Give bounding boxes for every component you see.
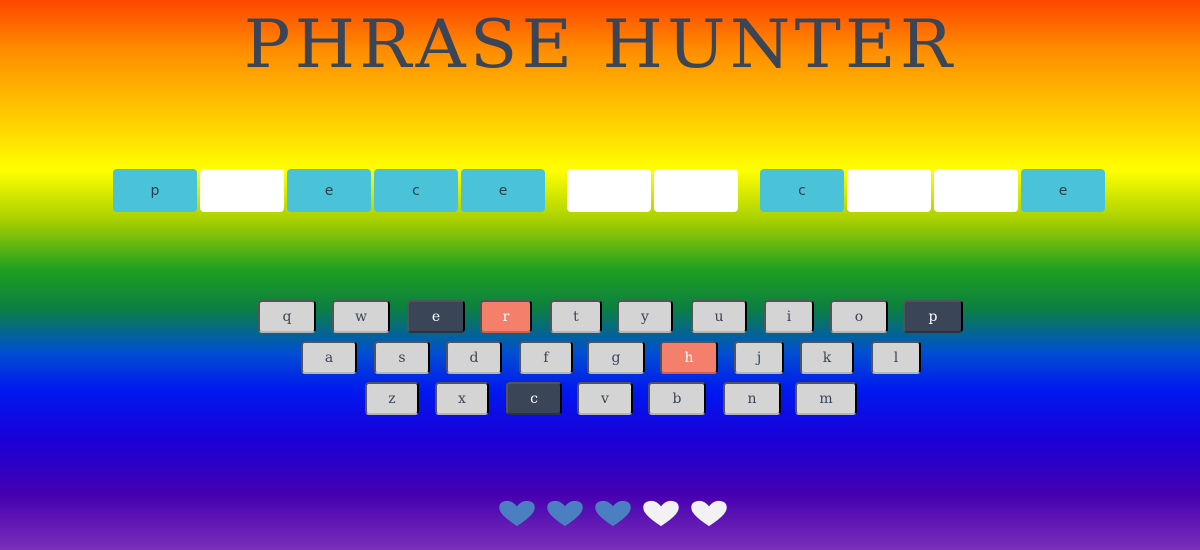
key-s[interactable]: s xyxy=(374,341,430,374)
key-n[interactable]: n xyxy=(723,382,781,415)
letter-tile-hidden xyxy=(934,169,1018,212)
key-m[interactable]: m xyxy=(795,382,857,415)
key-o[interactable]: o xyxy=(830,300,888,333)
letter-tile-hidden xyxy=(200,169,284,212)
key-l[interactable]: l xyxy=(871,341,921,374)
game-title: PHRASE HUNTER xyxy=(243,6,957,83)
key-d[interactable]: d xyxy=(446,341,502,374)
key-c[interactable]: c xyxy=(506,382,562,415)
key-j[interactable]: j xyxy=(734,341,784,374)
key-h[interactable]: h xyxy=(660,341,718,374)
keyboard-row-1: qwertyuiop xyxy=(258,300,964,333)
key-e[interactable]: e xyxy=(407,300,465,333)
key-x[interactable]: x xyxy=(435,382,489,415)
key-q[interactable]: q xyxy=(258,300,316,333)
key-v[interactable]: v xyxy=(577,382,633,415)
key-z[interactable]: z xyxy=(365,382,419,415)
phrase-word: ce xyxy=(760,169,1105,212)
live-heart-icon xyxy=(593,500,633,532)
letter-tile-revealed: c xyxy=(374,169,458,212)
phrase-board: pecece xyxy=(113,169,1105,212)
live-heart-icon xyxy=(497,500,537,532)
key-r[interactable]: r xyxy=(480,300,532,333)
key-b[interactable]: b xyxy=(648,382,706,415)
lives-scoreboard xyxy=(497,500,729,532)
live-heart-icon xyxy=(545,500,585,532)
letter-tile-revealed: e xyxy=(461,169,545,212)
key-f[interactable]: f xyxy=(519,341,573,374)
letter-tile-revealed: e xyxy=(1021,169,1105,212)
key-g[interactable]: g xyxy=(587,341,645,374)
key-i[interactable]: i xyxy=(764,300,814,333)
key-p[interactable]: p xyxy=(903,300,963,333)
key-w[interactable]: w xyxy=(332,300,390,333)
phrase-word: p ece xyxy=(113,169,545,212)
letter-tile-hidden xyxy=(847,169,931,212)
letter-tile-hidden xyxy=(654,169,738,212)
key-t[interactable]: t xyxy=(550,300,602,333)
letter-tile-hidden xyxy=(567,169,651,212)
key-a[interactable]: a xyxy=(301,341,357,374)
keyboard-row-3: zxcvbnm xyxy=(365,382,857,415)
key-u[interactable]: u xyxy=(691,300,747,333)
letter-tile-revealed: e xyxy=(287,169,371,212)
lost-heart-icon xyxy=(641,500,681,532)
key-k[interactable]: k xyxy=(800,341,854,374)
letter-tile-revealed: c xyxy=(760,169,844,212)
keyboard-row-2: asdfghjkl xyxy=(301,341,921,374)
key-y[interactable]: y xyxy=(617,300,673,333)
phrase-word xyxy=(567,169,738,212)
letter-tile-revealed: p xyxy=(113,169,197,212)
lost-heart-icon xyxy=(689,500,729,532)
